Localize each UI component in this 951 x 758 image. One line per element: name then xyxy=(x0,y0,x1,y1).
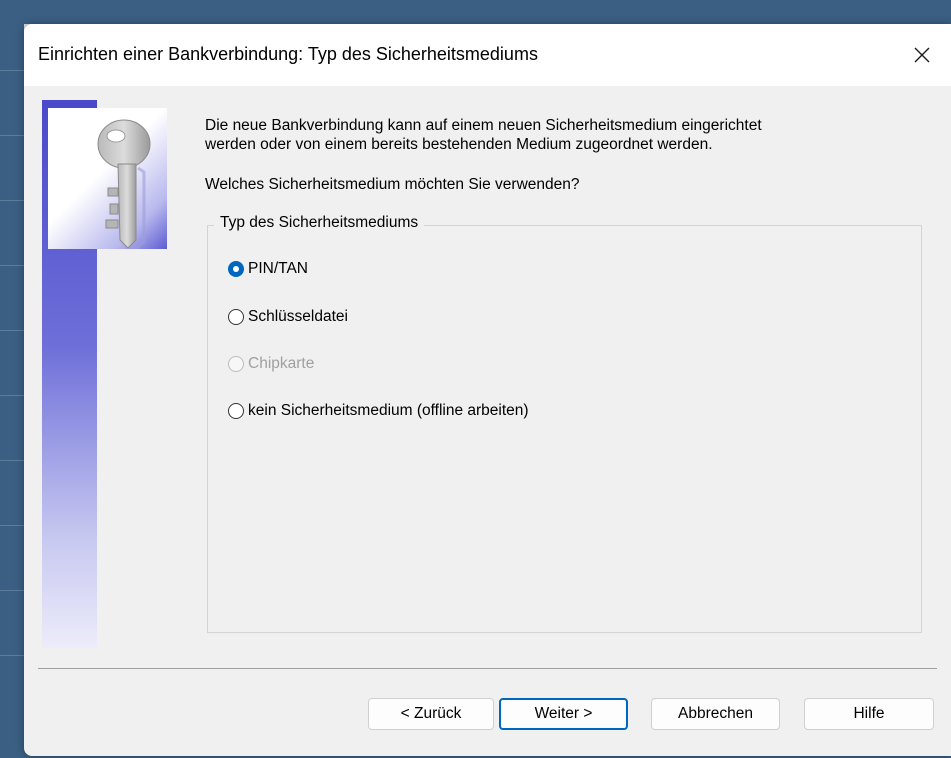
radio-option-chipkarte: Chipkarte xyxy=(228,355,314,373)
intro-text: Die neue Bankverbindung kann auf einem n… xyxy=(205,116,925,154)
intro-line-2: werden oder von einem bereits bestehende… xyxy=(205,136,713,153)
radio-disabled-icon xyxy=(228,356,244,372)
radio-label: kein Sicherheitsmedium (offline arbeiten… xyxy=(248,402,529,419)
radio-option-pin-tan[interactable]: PIN/TAN xyxy=(228,260,308,278)
radio-label: Chipkarte xyxy=(248,355,315,372)
next-button[interactable]: Weiter > xyxy=(499,698,628,730)
radio-checked-icon[interactable] xyxy=(228,261,244,277)
radio-label: Schlüsseldatei xyxy=(248,308,348,325)
help-button[interactable]: Hilfe xyxy=(804,698,934,730)
background-window-strip xyxy=(0,0,24,758)
background-window-top xyxy=(0,0,951,24)
radio-label: PIN/TAN xyxy=(248,260,308,277)
close-icon xyxy=(914,47,930,63)
button-separator xyxy=(38,668,937,669)
security-medium-group xyxy=(207,225,922,633)
title-bar[interactable]: Einrichten einer Bankverbindung: Typ des… xyxy=(24,24,951,86)
setup-dialog: Einrichten einer Bankverbindung: Typ des… xyxy=(24,24,951,756)
cancel-button[interactable]: Abbrechen xyxy=(651,698,780,730)
key-icon xyxy=(97,119,151,252)
dialog-title: Einrichten einer Bankverbindung: Typ des… xyxy=(38,44,538,64)
radio-unchecked-icon[interactable] xyxy=(228,309,244,325)
radio-option-offline[interactable]: kein Sicherheitsmedium (offline arbeiten… xyxy=(228,402,529,420)
question-text: Welches Sicherheitsmedium möchten Sie ve… xyxy=(205,176,580,193)
radio-option-schluesseldatei[interactable]: Schlüsseldatei xyxy=(228,308,348,326)
group-legend: Typ des Sicherheitsmediums xyxy=(214,214,425,232)
key-image xyxy=(48,108,167,252)
close-button[interactable] xyxy=(893,24,951,86)
radio-unchecked-icon[interactable] xyxy=(228,403,244,419)
intro-line-1: Die neue Bankverbindung kann auf einem n… xyxy=(205,117,762,134)
back-button[interactable]: < Zurück xyxy=(368,698,494,730)
